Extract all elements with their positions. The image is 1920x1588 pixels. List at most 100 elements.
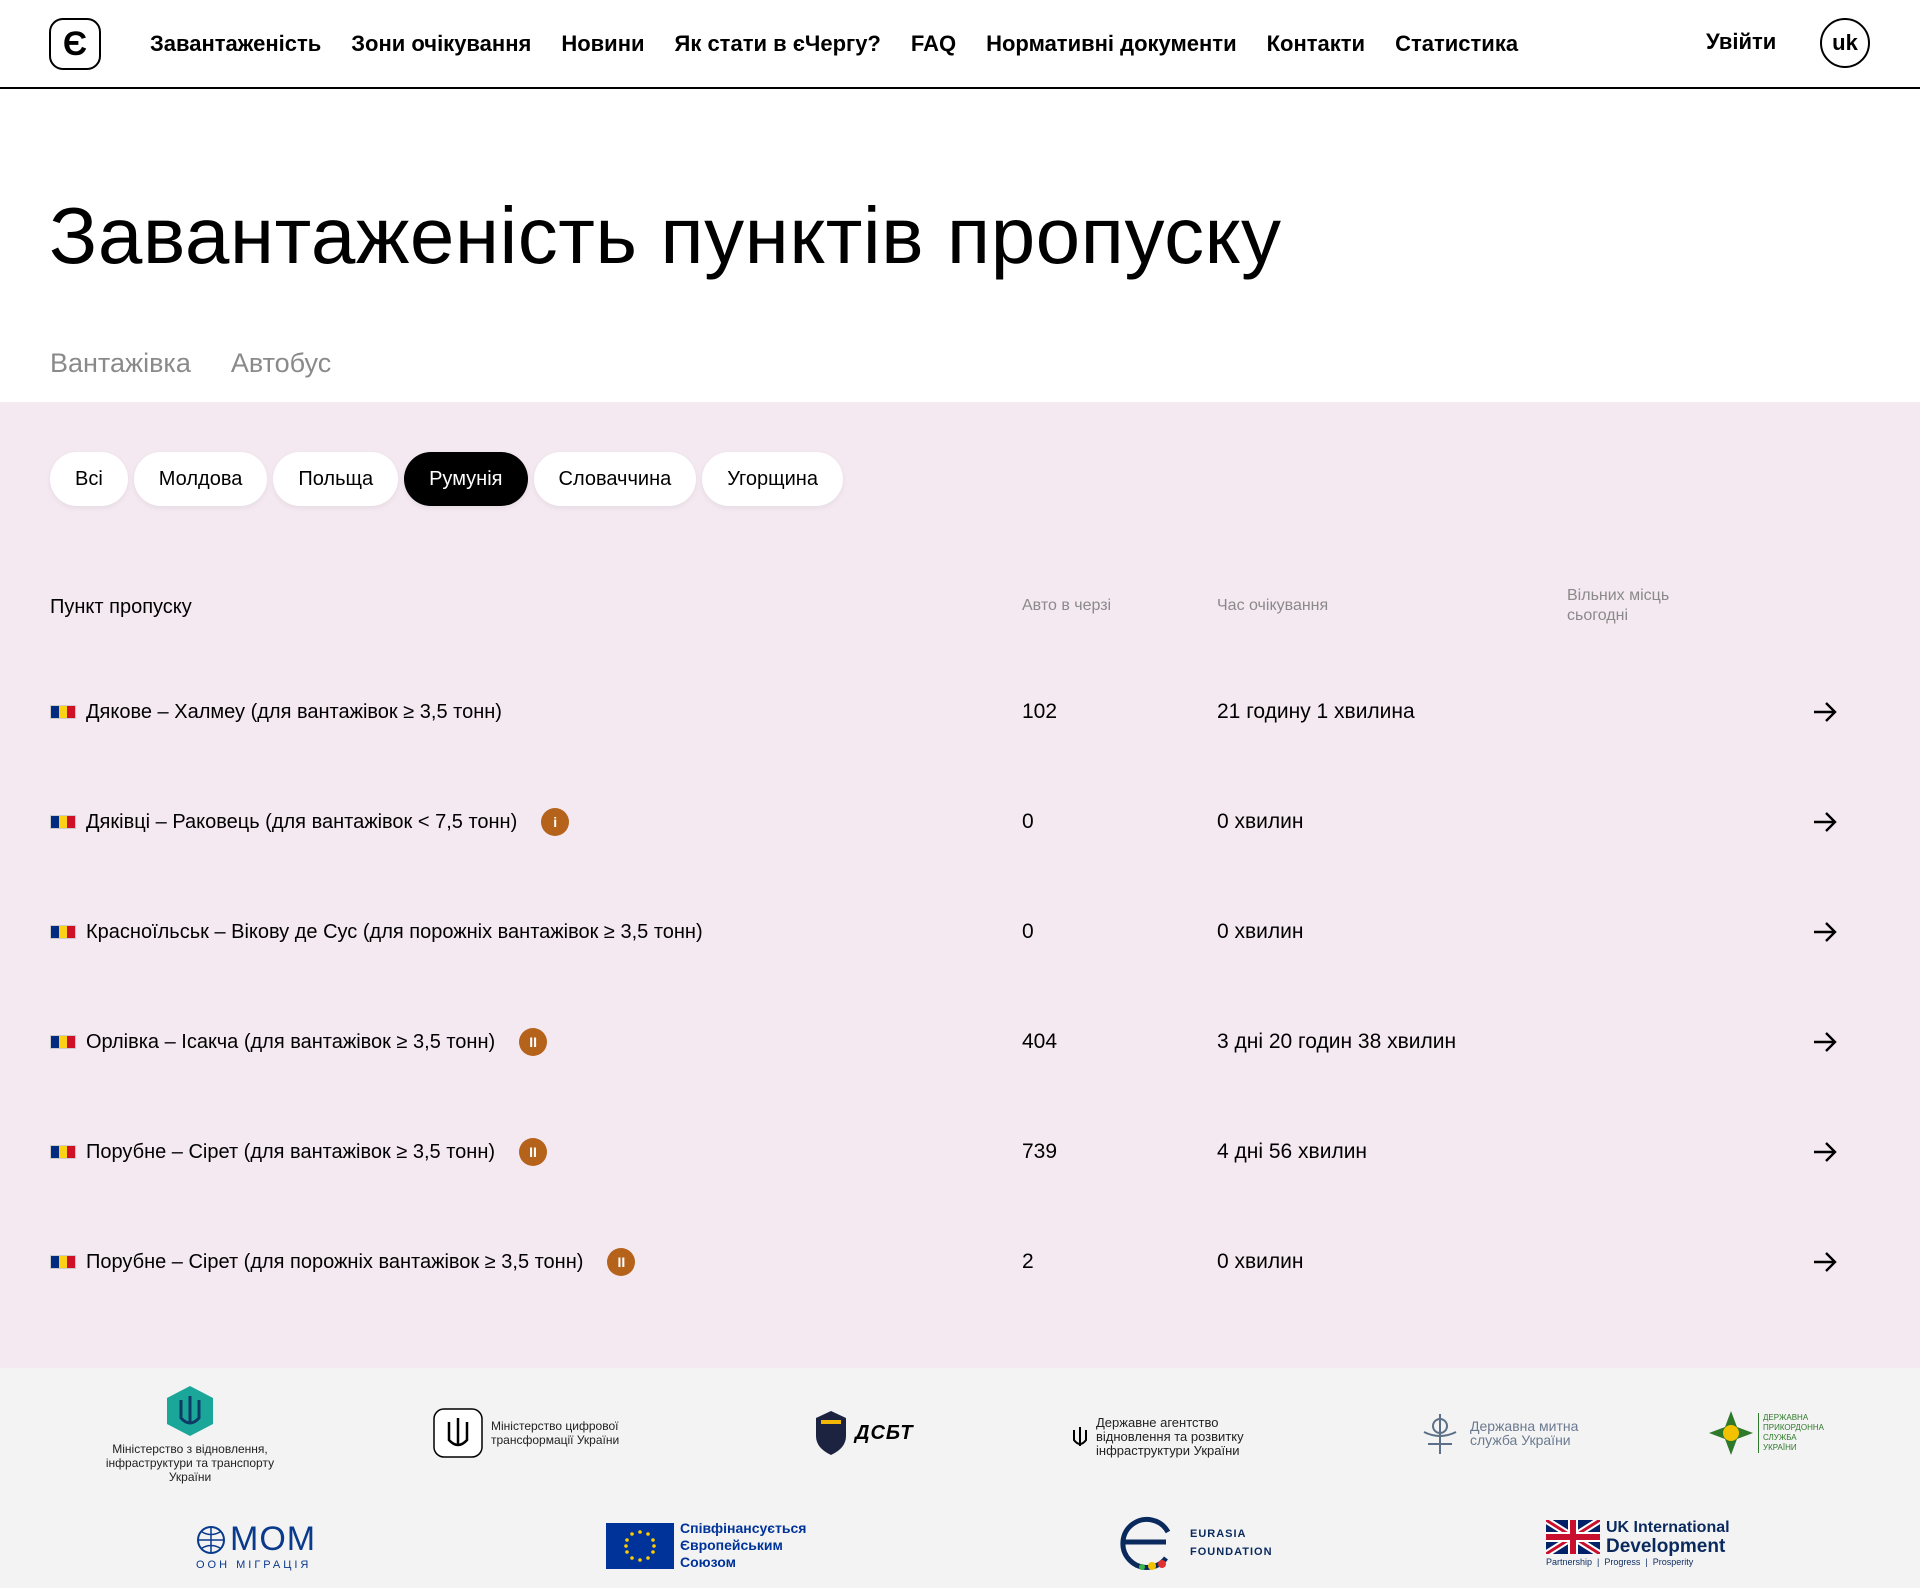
- trident-icon: [1073, 1427, 1087, 1446]
- table-row[interactable]: Красноїльськ – Вікову де Сус (для порожн…: [50, 902, 1850, 962]
- nav-item-faq[interactable]: FAQ: [911, 31, 956, 57]
- checkpoint-label: Дякове – Халмеу (для вантажівок ≥ 3,5 то…: [86, 700, 502, 723]
- checkpoint-label: Дяківці – Раковець (для вантажівок < 7,5…: [86, 810, 518, 833]
- arrow-right-icon[interactable]: [1812, 1250, 1838, 1274]
- column-header-queue: Авто в черзі: [1022, 597, 1112, 614]
- checkpoint-name: Дяківці – Раковець (для вантажівок < 7,5…: [50, 808, 570, 836]
- partner-ministry-digital-label: Міністерство цифрової трансформації Укра…: [491, 1419, 620, 1447]
- partner-iom-sub: ООН МІГРАЦІЯ: [196, 1559, 312, 1571]
- filter-moldova[interactable]: Молдова: [133, 452, 268, 506]
- partner-eu-label: Співфінансується Європейським Союзом: [680, 1520, 807, 1570]
- partner-eurasia-line2: FOUNDATION: [1190, 1546, 1273, 1558]
- language-switch[interactable]: uk: [1820, 18, 1870, 68]
- partner-eurasia-line1: EURASIA: [1190, 1528, 1247, 1540]
- nav-item-contacts[interactable]: Контакти: [1267, 31, 1365, 57]
- checkpoint-label: Красноїльськ – Вікову де Сус (для порожн…: [86, 920, 703, 943]
- column-header-free-line1: Вільних місць: [1567, 587, 1670, 604]
- filter-poland[interactable]: Польща: [273, 452, 399, 506]
- partner-iom[interactable]: МОМ ООН МІГРАЦІЯ: [196, 1520, 316, 1571]
- checkpoint-name: Порубне – Сірет (для порожніх вантажівок…: [50, 1248, 636, 1276]
- nav-item-news[interactable]: Новини: [561, 31, 644, 57]
- border-guard-emblem-icon: [1709, 1411, 1753, 1455]
- shield-icon: [816, 1411, 846, 1455]
- partners-footer: Міністерство з відновлення, інфраструкту…: [0, 1368, 1920, 1588]
- partner-eu[interactable]: Співфінансується Європейським Союзом: [606, 1520, 840, 1571]
- queue-count: 0: [1022, 810, 1034, 833]
- arrow-right-icon[interactable]: [1812, 810, 1838, 834]
- trident-icon: [433, 1408, 483, 1458]
- checkpoint-label: Орлівка – Ісакча (для вантажівок ≥ 3,5 т…: [86, 1030, 496, 1053]
- queue-count: 102: [1022, 700, 1058, 723]
- wait-time: 21 годину 1 хвилина: [1217, 700, 1415, 723]
- wait-time: 0 хвилин: [1217, 1250, 1304, 1273]
- partner-ministry-digital[interactable]: Міністерство цифрової трансформації Укра…: [433, 1408, 661, 1458]
- uk-flag-icon: [1546, 1520, 1600, 1554]
- checkpoint-name: Красноїльськ – Вікову де Сус (для порожн…: [50, 921, 703, 944]
- customs-emblem-icon: [1423, 1414, 1457, 1454]
- arrow-right-icon[interactable]: [1812, 920, 1838, 944]
- pause-icon[interactable]: II: [607, 1248, 636, 1276]
- login-button[interactable]: Увійти: [1706, 29, 1776, 55]
- checkpoint-label: Порубне – Сірет (для порожніх вантажівок…: [86, 1250, 584, 1273]
- column-header-wait: Час очікування: [1217, 597, 1329, 614]
- nav-item-documents[interactable]: Нормативні документи: [986, 31, 1237, 57]
- table-row[interactable]: Дяківці – Раковець (для вантажівок < 7,5…: [50, 792, 1850, 852]
- partner-iom-label: МОМ: [230, 1520, 317, 1558]
- romania-flag-icon: [50, 815, 76, 829]
- romania-flag-icon: [50, 1035, 76, 1049]
- nav-item-workload[interactable]: Завантаженість: [150, 31, 321, 57]
- partner-agency[interactable]: Державне агентство відновлення та розвит…: [1072, 1416, 1276, 1458]
- table-row[interactable]: Порубне – Сірет (для вантажівок ≥ 3,5 то…: [50, 1122, 1850, 1182]
- partner-customs[interactable]: Державна митна служба України: [1418, 1410, 1580, 1456]
- arrow-right-icon[interactable]: [1812, 700, 1838, 724]
- romania-flag-icon: [50, 1145, 76, 1159]
- info-icon[interactable]: i: [541, 808, 570, 836]
- partner-border-guard-label: ДЕРЖАВНА ПРИКОРДОННА СЛУЖБА УКРАЇНИ: [1758, 1413, 1824, 1453]
- romania-flag-icon: [50, 705, 76, 719]
- main-nav: Завантаженість Зони очікування Новини Як…: [150, 0, 1548, 87]
- table-row[interactable]: Дякове – Халмеу (для вантажівок ≥ 3,5 то…: [50, 682, 1850, 742]
- globe-icon: [197, 1525, 225, 1554]
- partner-ministry-infra[interactable]: Міністерство з відновлення, інфраструкту…: [90, 1384, 290, 1484]
- partner-eurasia[interactable]: EURASIA FOUNDATION: [1116, 1512, 1273, 1574]
- eurasia-logo-icon: [1120, 1517, 1171, 1570]
- column-header-free-line2: сьогодні: [1567, 607, 1628, 624]
- checkpoint-name: Дякове – Халмеу (для вантажівок ≥ 3,5 то…: [50, 701, 502, 724]
- page-title: Завантаженість пунктів пропуску: [49, 191, 1282, 280]
- filter-romania[interactable]: Румунія: [404, 452, 528, 506]
- table-row[interactable]: Порубне – Сірет (для порожніх вантажівок…: [50, 1232, 1850, 1292]
- arrow-right-icon[interactable]: [1812, 1140, 1838, 1164]
- partner-uk-sub: Partnership | Progress | Prosperity: [1546, 1557, 1694, 1567]
- partner-border-guard[interactable]: ДЕРЖАВНА ПРИКОРДОННА СЛУЖБА УКРАЇНИ: [1708, 1410, 1824, 1456]
- partner-dsbt[interactable]: ДСБТ: [815, 1410, 914, 1456]
- logo[interactable]: Є: [49, 18, 101, 70]
- checkpoint-label: Порубне – Сірет (для вантажівок ≥ 3,5 то…: [86, 1140, 496, 1163]
- tab-truck[interactable]: Вантажівка: [50, 348, 191, 379]
- checkpoint-name: Порубне – Сірет (для вантажівок ≥ 3,5 то…: [50, 1138, 548, 1166]
- filter-hungary[interactable]: Угорщина: [702, 452, 843, 506]
- partner-dsbt-label: ДСБТ: [855, 1421, 914, 1444]
- checkpoint-name: Орлівка – Ісакча (для вантажівок ≥ 3,5 т…: [50, 1028, 548, 1056]
- pause-icon[interactable]: II: [519, 1028, 548, 1056]
- nav-item-statistics[interactable]: Статистика: [1395, 31, 1518, 57]
- partner-agency-label: Державне агентство відновлення та розвит…: [1096, 1415, 1244, 1458]
- filter-slovakia[interactable]: Словаччина: [533, 452, 697, 506]
- tab-bus[interactable]: Автобус: [231, 348, 331, 379]
- nav-item-waiting-zones[interactable]: Зони очікування: [351, 31, 531, 57]
- romania-flag-icon: [50, 1255, 76, 1269]
- arrow-right-icon[interactable]: [1812, 1030, 1838, 1054]
- partner-ministry-infra-label: Міністерство з відновлення, інфраструкту…: [105, 1442, 275, 1484]
- pause-icon[interactable]: II: [519, 1138, 548, 1166]
- partner-uk-line1: UK International: [1606, 1519, 1730, 1536]
- checkpoints-section: Всі Молдова Польща Румунія Словаччина Уг…: [0, 402, 1920, 1368]
- country-filter: Всі Молдова Польща Румунія Словаччина Уг…: [50, 452, 843, 506]
- partner-uk-development[interactable]: UK International Development Partnership…: [1546, 1518, 1730, 1567]
- table-row[interactable]: Орлівка – Ісакча (для вантажівок ≥ 3,5 т…: [50, 1012, 1850, 1072]
- partner-eurasia-label: EURASIA FOUNDATION: [1190, 1525, 1273, 1561]
- wait-time: 0 хвилин: [1217, 920, 1304, 943]
- site-header: Є Завантаженість Зони очікування Новини …: [0, 0, 1920, 89]
- wait-time: 3 дні 20 годин 38 хвилин: [1217, 1030, 1457, 1053]
- filter-all[interactable]: Всі: [50, 452, 128, 506]
- vehicle-tabs: Вантажівка Автобус: [50, 348, 331, 379]
- nav-item-how-to-join[interactable]: Як стати в єЧергу?: [675, 31, 881, 57]
